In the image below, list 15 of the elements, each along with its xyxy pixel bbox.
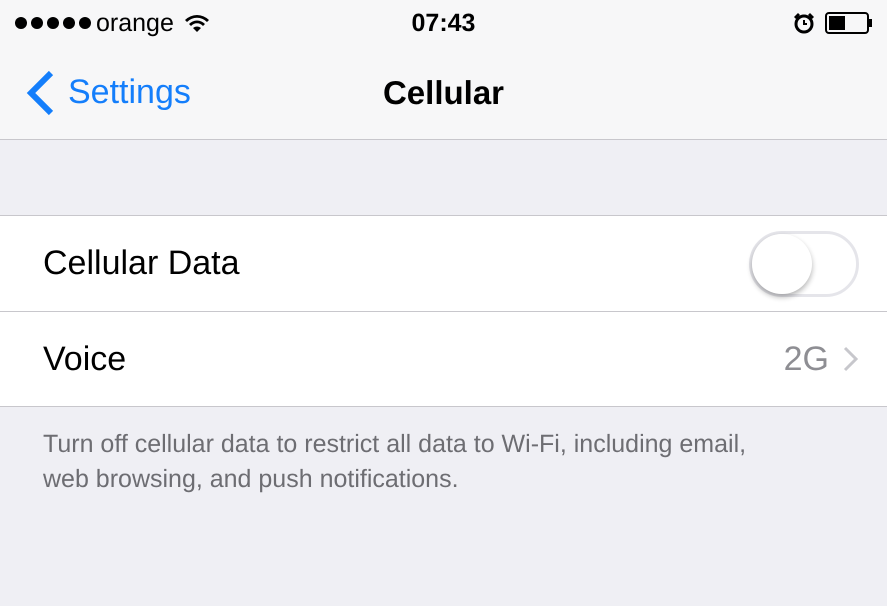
chevron-icon [843,346,859,372]
footer-note: Turn off cellular data to restrict all data to Wi-Fi, including email, web browsing, and push notifications. [42,429,748,495]
row-label: Cellular Data [43,243,240,284]
wifi-icon [184,13,210,33]
row-value: 2G [784,338,829,380]
signal-icon [14,16,92,30]
back-chevron-icon [26,70,56,116]
page-title: Cellular [382,72,504,113]
battery-icon [825,12,873,34]
back-button[interactable]: Settings [0,67,191,118]
carrier-name: orange [96,10,174,36]
status-time: 07:43 [412,10,476,36]
row-label: Voice [43,338,126,380]
alarm-clock-icon [793,12,815,34]
toggle-switch[interactable] [749,230,859,296]
